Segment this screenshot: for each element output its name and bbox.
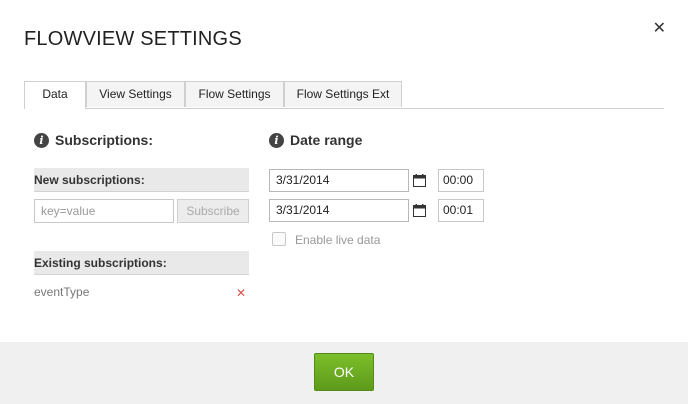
close-icon[interactable]: ✕ xyxy=(653,21,666,37)
new-subscriptions-label: New subscriptions: xyxy=(34,173,145,187)
new-subscriptions-header: New subscriptions: xyxy=(34,168,249,192)
tab-flow-settings[interactable]: Flow Settings xyxy=(185,81,284,107)
subscribe-button[interactable]: Subscribe xyxy=(177,199,249,223)
calendar-icon[interactable] xyxy=(413,174,426,187)
to-time-input[interactable]: 00:01 xyxy=(438,199,484,222)
date-range-heading-label: Date range xyxy=(290,132,363,148)
subscription-key-value-input[interactable]: key=value xyxy=(34,199,174,223)
tab-flow-settings-ext[interactable]: Flow Settings Ext xyxy=(284,81,402,107)
dialog-title: FLOWVIEW SETTINGS xyxy=(24,28,242,50)
date-range-heading: i Date range xyxy=(269,132,362,148)
existing-subscription-item: eventType xyxy=(34,285,90,299)
existing-subscriptions-label: Existing subscriptions: xyxy=(34,256,167,270)
subscriptions-heading-label: Subscriptions: xyxy=(55,132,154,148)
to-date-input[interactable]: 3/31/2014 xyxy=(269,199,409,222)
remove-icon[interactable]: ✕ xyxy=(236,286,246,300)
tab-bar: Data View Settings Flow Settings Flow Se… xyxy=(24,81,664,109)
from-date-input[interactable]: 3/31/2014 xyxy=(269,169,409,192)
info-icon: i xyxy=(269,132,284,148)
existing-subscriptions-header: Existing subscriptions: xyxy=(34,251,249,275)
from-time-input[interactable]: 00:00 xyxy=(438,169,484,192)
calendar-icon[interactable] xyxy=(413,204,426,217)
info-icon: i xyxy=(34,132,49,148)
enable-live-data-checkbox[interactable] xyxy=(272,232,286,246)
tab-data[interactable]: Data xyxy=(24,81,86,109)
ok-button[interactable]: OK xyxy=(314,353,374,391)
enable-live-data-label: Enable live data xyxy=(295,233,381,247)
tab-view-settings[interactable]: View Settings xyxy=(86,81,185,107)
subscriptions-heading: i Subscriptions: xyxy=(34,132,153,148)
